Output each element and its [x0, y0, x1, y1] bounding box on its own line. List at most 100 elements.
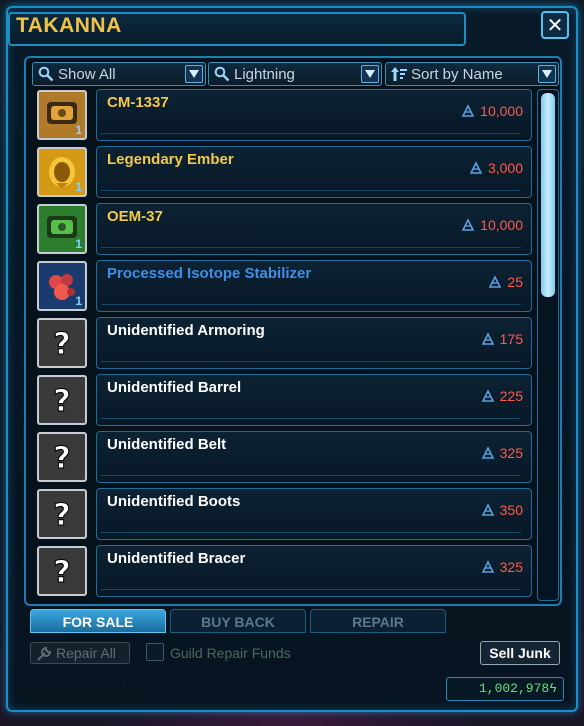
vendor-title: TAKANNA [16, 14, 122, 37]
item-price-value: 3,000 [487, 160, 523, 176]
list-item[interactable]: ? Unidentified Boots 350 [34, 488, 534, 541]
item-entry[interactable]: Legendary Ember 3,000 [96, 146, 532, 198]
credits-display: 1,002,978ϟ [446, 677, 564, 701]
search-filter-label: Lightning [234, 66, 295, 83]
svg-text:?: ? [53, 441, 70, 476]
item-entry[interactable]: Unidentified Armoring 175 [96, 317, 532, 369]
chevron-down-icon [361, 65, 379, 83]
item-name: Unidentified Boots [107, 493, 241, 510]
isotope-icon[interactable]: 1 [37, 261, 87, 311]
item-price: 325 [481, 445, 523, 461]
item-price: 10,000 [461, 217, 523, 233]
list-item[interactable]: 1 Processed Isotope Stabilizer 25 [34, 260, 534, 313]
item-price-value: 325 [499, 559, 523, 575]
credits-icon [469, 161, 483, 174]
svg-text:?: ? [53, 498, 70, 533]
item-name: Unidentified Armoring [107, 322, 265, 339]
search-filter-dropdown[interactable]: Lightning [208, 62, 382, 86]
credits-icon [461, 218, 475, 231]
category-filter-label: Show All [58, 66, 116, 83]
item-price-value: 25 [507, 274, 523, 290]
list-item[interactable]: ? Unidentified Armoring 175 [34, 317, 534, 370]
sort-icon [391, 67, 407, 81]
svg-text:?: ? [53, 384, 70, 419]
sort-dropdown[interactable]: Sort by Name [385, 62, 559, 86]
guild-repair-checkbox[interactable] [146, 643, 164, 661]
credits-value: 1,002,978 [478, 681, 550, 696]
wrench-icon [37, 646, 52, 661]
credits-icon [461, 104, 475, 117]
item-price-value: 350 [499, 502, 523, 518]
unknown-armoring-icon[interactable]: ? [37, 318, 87, 368]
item-quantity: 1 [75, 237, 82, 251]
item-entry[interactable]: Unidentified Belt 325 [96, 431, 532, 483]
list-item[interactable]: 1 CM-1337 10,000 [34, 89, 534, 142]
unknown-boots-icon[interactable]: ? [37, 489, 87, 539]
item-name: Unidentified Bracer [107, 550, 246, 567]
close-button[interactable]: ✕ [541, 11, 569, 39]
ember-icon[interactable]: 1 [37, 147, 87, 197]
list-item[interactable]: 1 Legendary Ember 3,000 [34, 146, 534, 199]
credits-icon [489, 275, 502, 288]
chevron-down-icon [538, 65, 556, 83]
svg-text:?: ? [53, 555, 70, 590]
list-item[interactable]: ? Unidentified Bracer 325 [34, 545, 534, 598]
item-price-value: 325 [499, 445, 523, 461]
credits-icon [481, 503, 494, 516]
sort-label: Sort by Name [411, 66, 503, 83]
guild-repair-label: Guild Repair Funds [170, 645, 291, 661]
item-entry[interactable]: Unidentified Boots 350 [96, 488, 532, 540]
credits-icon [481, 332, 494, 345]
item-name: CM-1337 [107, 94, 169, 111]
item-quantity: 1 [75, 123, 82, 137]
item-price: 3,000 [469, 160, 523, 176]
item-price: 25 [488, 274, 523, 290]
green-pack-icon[interactable]: 1 [37, 204, 87, 254]
item-quantity: 1 [75, 180, 82, 194]
item-list-scrollbar[interactable] [537, 89, 559, 601]
credits-icon [481, 446, 494, 459]
list-item[interactable]: 1 OEM-37 10,000 [34, 203, 534, 256]
item-entry[interactable]: Unidentified Barrel 225 [96, 374, 532, 426]
item-price-value: 225 [499, 388, 523, 404]
credits-icon: ϟ [549, 681, 557, 696]
svg-text:?: ? [53, 327, 70, 362]
close-icon: ✕ [546, 13, 564, 37]
item-name: Legendary Ember [107, 151, 234, 168]
sell-junk-button[interactable]: Sell Junk [480, 641, 560, 665]
item-entry[interactable]: CM-1337 10,000 [96, 89, 532, 141]
category-filter-dropdown[interactable]: Show All [32, 62, 206, 86]
search-icon [38, 66, 54, 82]
repair-all-button[interactable]: Repair All [30, 642, 130, 664]
chevron-down-icon [185, 65, 203, 83]
scrollbar-thumb[interactable] [541, 93, 555, 297]
unknown-barrel-icon[interactable]: ? [37, 375, 87, 425]
item-price-value: 175 [499, 331, 523, 347]
item-price: 325 [481, 559, 523, 575]
item-entry[interactable]: OEM-37 10,000 [96, 203, 532, 255]
item-name: OEM-37 [107, 208, 163, 225]
item-price-value: 10,000 [480, 217, 523, 233]
tab-for-sale[interactable]: FOR SALE [30, 609, 166, 633]
item-price: 175 [481, 331, 523, 347]
search-icon [214, 66, 230, 82]
unknown-bracer-icon[interactable]: ? [37, 546, 87, 596]
item-entry[interactable]: Processed Isotope Stabilizer 25 [96, 260, 532, 312]
item-name: Unidentified Belt [107, 436, 227, 453]
item-price: 350 [481, 502, 523, 518]
cartel-pack-icon[interactable]: 1 [37, 90, 87, 140]
item-name: Processed Isotope Stabilizer [107, 265, 312, 282]
repair-all-label: Repair All [56, 645, 116, 661]
list-item[interactable]: ? Unidentified Barrel 225 [34, 374, 534, 427]
item-price-value: 10,000 [480, 103, 523, 119]
item-name: Unidentified Barrel [107, 379, 242, 396]
credits-icon [481, 560, 494, 573]
tab-buy-back[interactable]: BUY BACK [170, 609, 306, 633]
item-quantity: 1 [75, 294, 82, 308]
unknown-belt-icon[interactable]: ? [37, 432, 87, 482]
item-price: 225 [481, 388, 523, 404]
item-price: 10,000 [461, 103, 523, 119]
list-item[interactable]: ? Unidentified Belt 325 [34, 431, 534, 484]
item-entry[interactable]: Unidentified Bracer 325 [96, 545, 532, 597]
tab-repair[interactable]: REPAIR [310, 609, 446, 633]
